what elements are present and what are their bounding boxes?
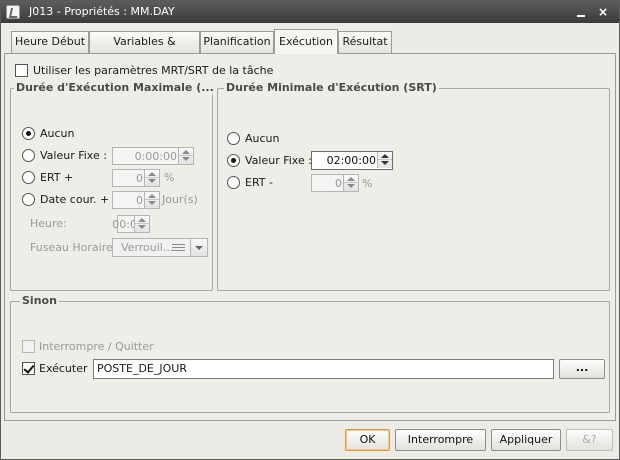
sinon-group bbox=[10, 301, 610, 413]
interrompre-quitter-label: Interrompre / Quitter bbox=[39, 340, 154, 353]
spinner-arrows-icon[interactable] bbox=[134, 216, 149, 232]
mrt-ert-plus-radio[interactable] bbox=[22, 171, 35, 184]
mrt-date-cour-spinner[interactable]: 0 bbox=[112, 191, 160, 209]
tab-variables-prompts[interactable]: Variables & Prompts bbox=[89, 31, 200, 68]
executer-checkbox[interactable] bbox=[22, 362, 35, 375]
mrt-date-cour-radio[interactable] bbox=[22, 193, 35, 206]
mrt-ert-plus-label: ERT + bbox=[40, 171, 74, 184]
srt-valeur-fixe-spinner[interactable]: 02:00:00 bbox=[311, 151, 393, 170]
appliquer-button[interactable]: Appliquer bbox=[491, 429, 561, 451]
srt-valeur-fixe-label: Valeur Fixe : bbox=[245, 154, 312, 167]
srt-aucun-radio[interactable] bbox=[227, 132, 240, 145]
sinon-group-title: Sinon bbox=[20, 294, 59, 307]
execution-tab-panel: Utiliser les paramètres MRT/SRT de la tâ… bbox=[4, 53, 616, 421]
srt-group-title: Durée Minimale d'Exécution (SRT) bbox=[224, 81, 439, 94]
title-bar[interactable]: J013 - Propriétés : MM.DAY × bbox=[1, 1, 619, 23]
mrt-valeur-fixe-radio[interactable] bbox=[22, 149, 35, 162]
mrt-date-cour-label: Date cour. + bbox=[40, 193, 110, 206]
executer-input[interactable]: POSTE_DE_JOUR bbox=[93, 359, 554, 379]
mrt-ert-spinner[interactable]: 0 bbox=[112, 169, 160, 187]
chevron-down-icon[interactable] bbox=[190, 239, 207, 256]
mrt-fuseau-label: Fuseau Horaire: bbox=[30, 241, 117, 254]
help-button[interactable]: &? bbox=[566, 429, 613, 451]
srt-ert-minus-label: ERT - bbox=[245, 176, 273, 189]
tab-planification[interactable]: Planification bbox=[200, 31, 274, 53]
srt-group bbox=[217, 88, 610, 291]
minimize-button[interactable] bbox=[573, 4, 589, 20]
interrompre-quitter-checkbox[interactable] bbox=[22, 340, 35, 353]
srt-aucun-label: Aucun bbox=[245, 132, 280, 145]
use-task-params-checkbox[interactable] bbox=[15, 64, 28, 77]
browse-button[interactable]: ... bbox=[559, 359, 605, 379]
window-title: J013 - Propriétés : MM.DAY bbox=[29, 5, 175, 18]
executer-label: Exécuter bbox=[39, 362, 88, 375]
spinner-arrows-icon[interactable] bbox=[343, 175, 358, 191]
mrt-heure-spinner-arrows[interactable] bbox=[134, 215, 150, 233]
tab-resultat[interactable]: Résultat bbox=[338, 31, 392, 53]
mrt-valeur-fixe-label: Valeur Fixe : bbox=[40, 149, 107, 162]
srt-ert-spinner[interactable]: 0 bbox=[311, 174, 359, 192]
spinner-arrows-icon[interactable] bbox=[144, 170, 159, 186]
help-icon: &? bbox=[582, 433, 597, 446]
use-task-params-label: Utiliser les paramètres MRT/SRT de la tâ… bbox=[33, 64, 274, 77]
tab-execution[interactable]: Exécution bbox=[274, 29, 338, 54]
dialog-button-bar: OK Interrompre Appliquer &? bbox=[1, 423, 619, 459]
mrt-aucun-label: Aucun bbox=[40, 127, 75, 140]
spinner-arrows-icon[interactable] bbox=[178, 148, 193, 164]
spinner-arrows-icon[interactable] bbox=[144, 192, 159, 208]
interrompre-button[interactable]: Interrompre bbox=[395, 429, 486, 451]
srt-valeur-fixe-radio[interactable] bbox=[227, 154, 240, 167]
mrt-group-title: Durée d'Exécution Maximale (... bbox=[14, 81, 216, 94]
ok-button[interactable]: OK bbox=[345, 429, 390, 451]
mrt-aucun-radio[interactable] bbox=[22, 127, 35, 140]
mrt-date-cour-unit: Jour(s) bbox=[162, 193, 198, 206]
app-icon bbox=[6, 5, 20, 19]
mrt-heure-label: Heure: bbox=[30, 217, 67, 230]
spinner-arrows-icon[interactable] bbox=[377, 152, 392, 168]
mrt-group bbox=[10, 88, 213, 291]
tab-heure-debut[interactable]: Heure Début bbox=[11, 31, 89, 53]
close-button[interactable]: × bbox=[595, 4, 611, 20]
list-icon[interactable] bbox=[172, 240, 188, 255]
srt-ert-minus-radio[interactable] bbox=[227, 176, 240, 189]
mrt-fuseau-combo[interactable]: Verrouil... bbox=[112, 238, 208, 257]
srt-ert-unit: % bbox=[362, 177, 373, 190]
mrt-ert-unit: % bbox=[164, 171, 175, 184]
properties-dialog: J013 - Propriétés : MM.DAY × Heure Début… bbox=[0, 0, 620, 460]
mrt-valeur-fixe-spinner[interactable]: 0:00:00 bbox=[112, 147, 194, 165]
